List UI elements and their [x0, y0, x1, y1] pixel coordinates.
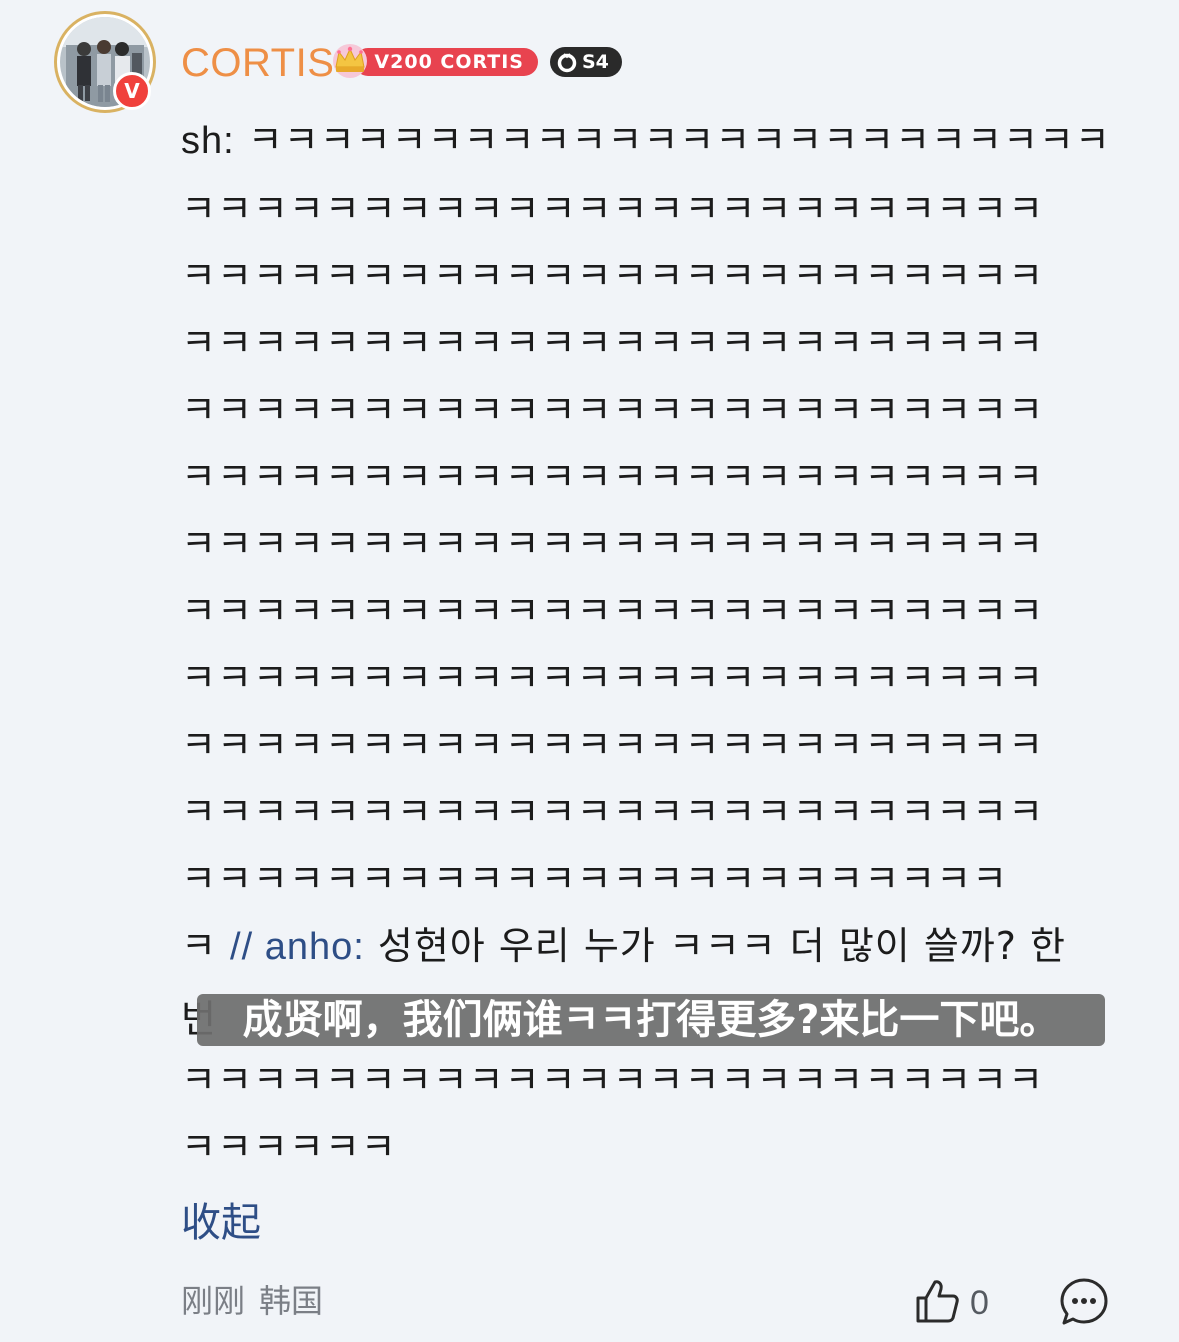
comment-line: ㅋㅋㅋㅋㅋㅋㅋㅋㅋㅋㅋㅋㅋㅋㅋㅋㅋㅋㅋㅋㅋㅋㅋㅋ	[181, 455, 1045, 499]
reply-button[interactable]	[1058, 1276, 1110, 1328]
comment-line: ㅋㅋㅋㅋㅋㅋㅋㅋㅋㅋㅋㅋㅋㅋㅋㅋㅋㅋㅋㅋㅋㅋㅋㅋ	[181, 254, 1045, 298]
username[interactable]: CORTIS	[181, 38, 334, 88]
comment-line: ㅋㅋㅋㅋㅋㅋㅋㅋㅋㅋㅋㅋㅋㅋㅋㅋㅋㅋㅋㅋㅋㅋㅋㅋ	[181, 522, 1045, 566]
comment-text: 성현아 우리 누가 ㅋㅋㅋ 더 많이 쓸까? 한	[364, 924, 1066, 968]
comment-line: ㅋㅋㅋㅋㅋㅋㅋㅋㅋㅋㅋㅋㅋㅋㅋㅋㅋㅋㅋㅋㅋㅋㅋㅋ	[181, 321, 1045, 365]
comment-line: ㅋㅋㅋㅋㅋㅋㅋㅋㅋㅋㅋㅋㅋㅋㅋㅋㅋㅋㅋㅋㅋㅋㅋ	[181, 857, 1009, 901]
verified-badge: V	[113, 72, 151, 110]
comment-text: ㅋ	[181, 924, 231, 968]
speaker-label: sh:	[181, 120, 235, 162]
vip-badge-label: V200 CORTIS	[354, 48, 538, 76]
level-badge[interactable]: S4	[550, 47, 622, 77]
comment-line: ㅋ // anho: 성현아 우리 누가 ㅋㅋㅋ 더 많이 쓸까? 한	[181, 916, 1066, 976]
location: 韩国	[259, 1282, 324, 1320]
comment-line: ㅋㅋㅋㅋㅋㅋㅋㅋㅋㅋㅋㅋㅋㅋㅋㅋㅋㅋㅋㅋㅋㅋㅋㅋ	[181, 656, 1045, 700]
comment-bubble-icon	[1060, 1278, 1108, 1325]
comment-line: ㅋㅋㅋㅋㅋㅋㅋㅋㅋㅋㅋㅋㅋㅋㅋㅋㅋㅋㅋㅋㅋㅋㅋㅋ	[181, 1058, 1045, 1102]
vip-badge[interactable]: V200 CORTIS	[328, 41, 540, 81]
ring-icon	[557, 53, 577, 73]
like-button[interactable]: 0	[912, 1276, 1002, 1328]
comment-line: ㅋㅋㅋㅋㅋㅋㅋㅋㅋㅋㅋㅋㅋㅋㅋㅋㅋㅋㅋㅋㅋㅋㅋㅋ	[181, 589, 1045, 633]
like-count: 0	[970, 1284, 989, 1322]
comment-text: ㅋㅋㅋㅋㅋㅋㅋㅋㅋㅋㅋㅋㅋㅋㅋㅋㅋㅋㅋㅋㅋㅋㅋㅋ	[234, 118, 1111, 162]
mention-link[interactable]: // anho:	[230, 926, 365, 968]
thumbs-up-icon	[916, 1280, 959, 1323]
crown-icon	[333, 44, 367, 78]
collapse-button[interactable]: 收起	[181, 1198, 261, 1248]
comment-line: sh: ㅋㅋㅋㅋㅋㅋㅋㅋㅋㅋㅋㅋㅋㅋㅋㅋㅋㅋㅋㅋㅋㅋㅋㅋ	[181, 110, 1111, 170]
comment-line: ㅋㅋㅋㅋㅋㅋㅋㅋㅋㅋㅋㅋㅋㅋㅋㅋㅋㅋㅋㅋㅋㅋㅋㅋ	[181, 187, 1045, 231]
comment-line: ㅋㅋㅋㅋㅋㅋㅋㅋㅋㅋㅋㅋㅋㅋㅋㅋㅋㅋㅋㅋㅋㅋㅋㅋ	[181, 723, 1045, 767]
comment-meta: 刚刚 韩国	[181, 1278, 323, 1324]
comment-line: ㅋㅋㅋㅋㅋㅋㅋㅋㅋㅋㅋㅋㅋㅋㅋㅋㅋㅋㅋㅋㅋㅋㅋㅋ	[181, 790, 1045, 834]
translation-overlay: 成贤啊，我们俩谁ㅋㅋ打得更多?来比一下吧。	[197, 994, 1105, 1046]
comment-line: ㅋㅋㅋㅋㅋㅋ	[181, 1125, 397, 1169]
level-label: S4	[582, 51, 609, 73]
comment-line: ㅋㅋㅋㅋㅋㅋㅋㅋㅋㅋㅋㅋㅋㅋㅋㅋㅋㅋㅋㅋㅋㅋㅋㅋ	[181, 388, 1045, 432]
timestamp: 刚刚	[181, 1282, 246, 1320]
